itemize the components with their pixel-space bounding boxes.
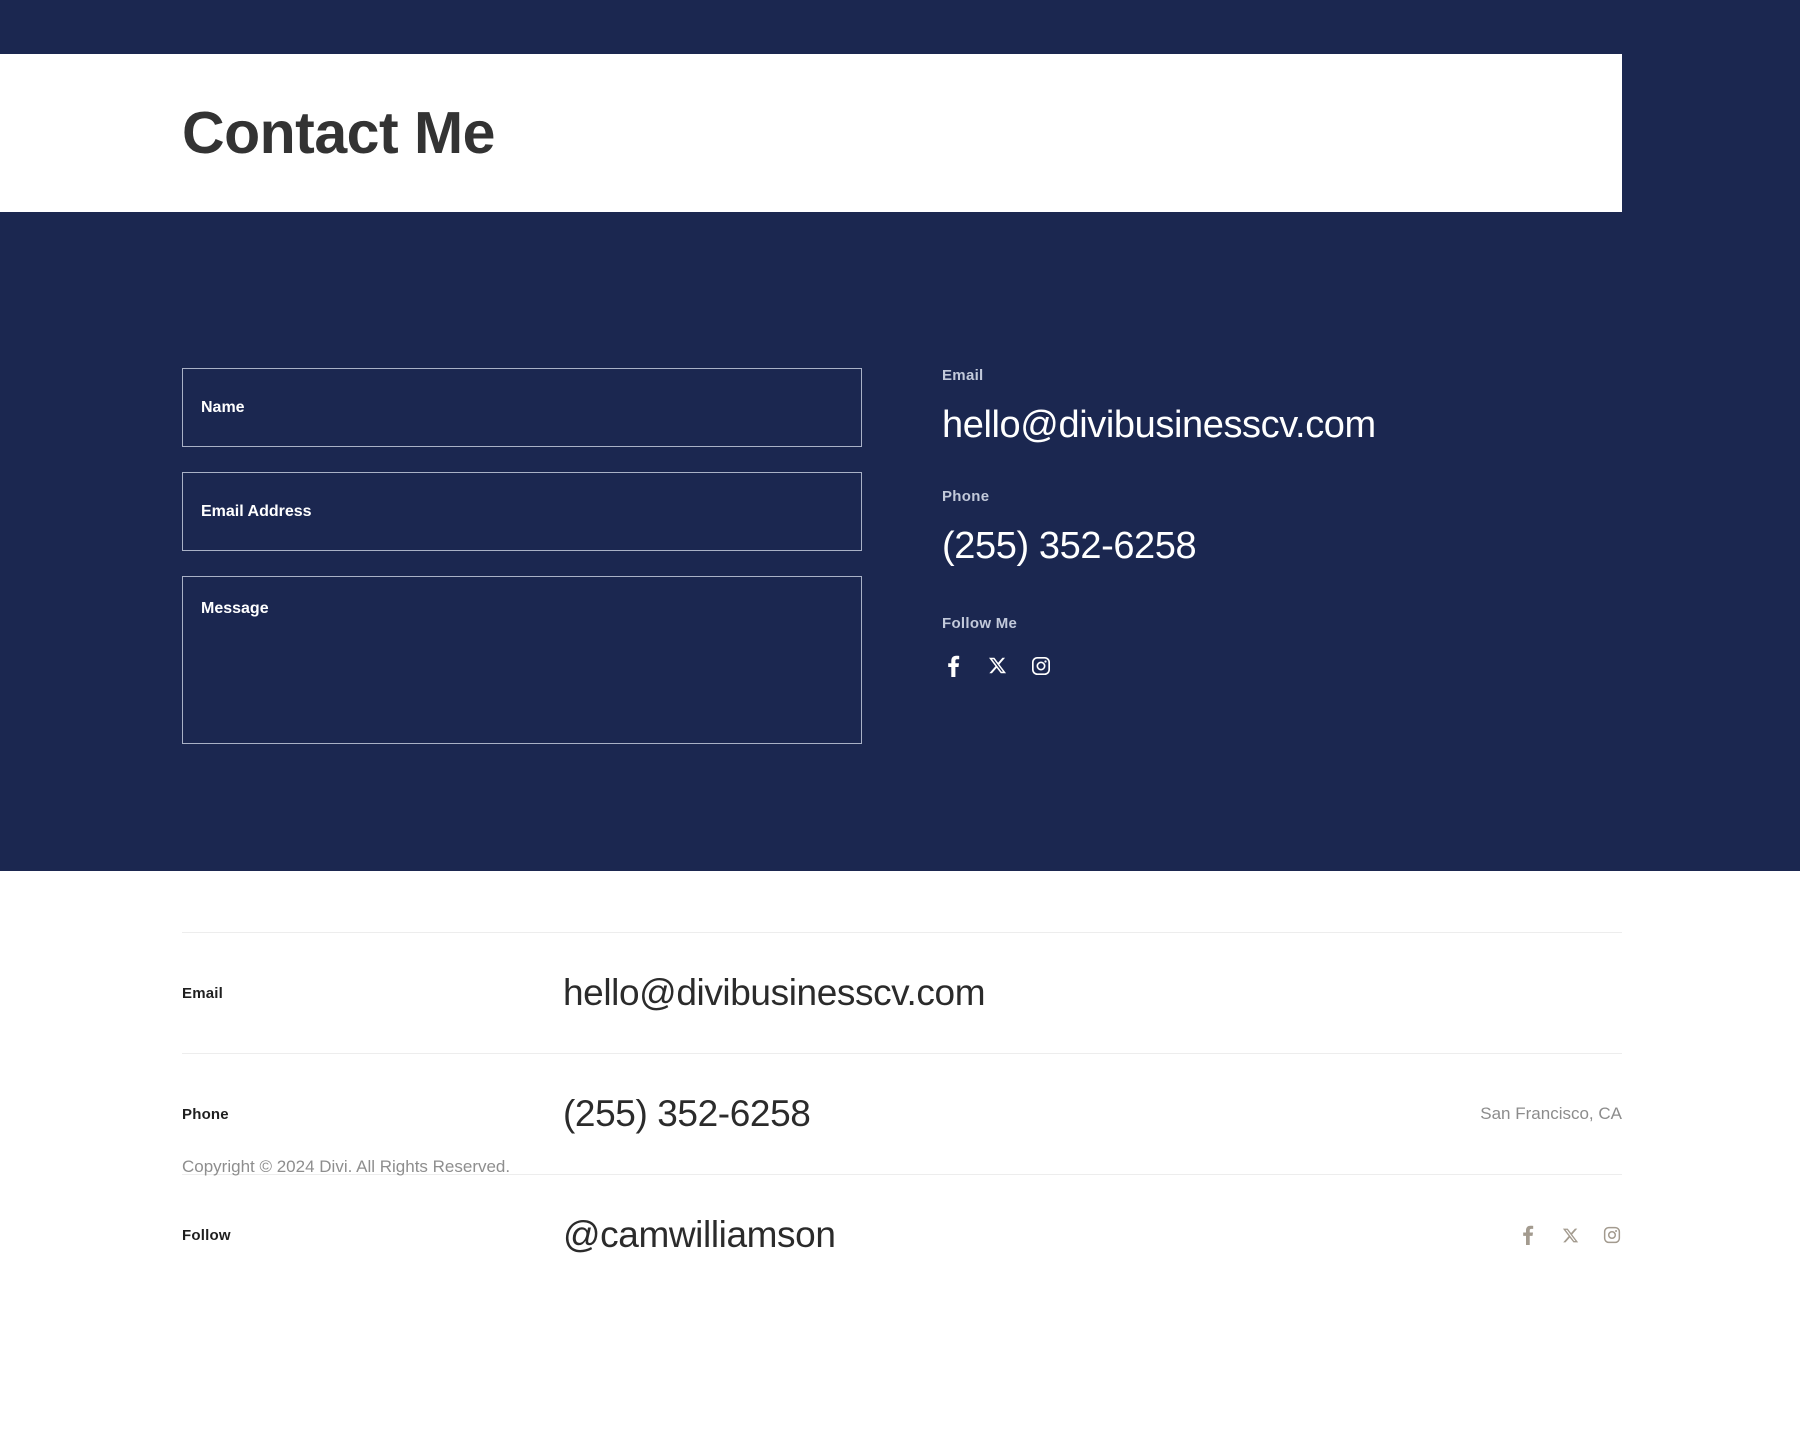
- name-field-wrapper[interactable]: [182, 368, 862, 447]
- footer-email-value[interactable]: hello@divibusinesscv.com: [563, 972, 986, 1014]
- footer-follow-label: Follow: [182, 1226, 231, 1244]
- contact-page: Contact Me Email hello@divibusi: [0, 0, 1800, 1446]
- facebook-icon[interactable]: [942, 655, 964, 677]
- contact-phone-value[interactable]: (255) 352-6258: [942, 525, 1376, 568]
- contact-details: Email hello@divibusinesscv.com Phone (25…: [942, 368, 1376, 744]
- footer-email-label: Email: [182, 984, 224, 1002]
- email-field-wrapper[interactable]: [182, 472, 862, 551]
- email-input[interactable]: [183, 473, 861, 550]
- contact-email-label: Email: [942, 367, 984, 384]
- footer-location: San Francisco, CA: [1480, 1104, 1622, 1123]
- copyright-text: Copyright © 2024 Divi. All Rights Reserv…: [182, 1157, 511, 1176]
- contact-follow-label: Follow Me: [942, 614, 1018, 632]
- contact-email-value[interactable]: hello@divibusinesscv.com: [942, 404, 1376, 447]
- footer-rows: Email hello@divibusinesscv.com Phone (25…: [182, 932, 1622, 1295]
- page-title-banner: Contact Me: [0, 54, 1622, 212]
- footer-row-email: Email hello@divibusinesscv.com: [182, 932, 1622, 1053]
- footer-phone-label: Phone: [182, 1105, 229, 1123]
- contact-phone-label: Phone: [942, 487, 990, 505]
- footer-handle-value[interactable]: @camwilliamson: [563, 1214, 836, 1256]
- x-twitter-icon[interactable]: [1560, 1225, 1580, 1245]
- footer-social-links: [1518, 1225, 1622, 1245]
- message-textarea[interactable]: [183, 577, 861, 743]
- name-input[interactable]: [183, 369, 861, 446]
- contact-form: [182, 368, 862, 744]
- footer-section: Email hello@divibusinesscv.com Phone (25…: [0, 871, 1800, 1446]
- hero-content: Email hello@divibusinesscv.com Phone (25…: [182, 368, 1622, 744]
- footer-phone-value[interactable]: (255) 352-6258: [563, 1093, 811, 1135]
- facebook-icon[interactable]: [1518, 1225, 1538, 1245]
- footer-row-follow: Follow @camwilliamson: [182, 1174, 1622, 1295]
- x-twitter-icon[interactable]: [986, 655, 1008, 677]
- instagram-icon[interactable]: [1030, 655, 1052, 677]
- hero-section: Contact Me Email hello@divibusi: [0, 0, 1800, 871]
- page-title: Contact Me: [182, 99, 495, 166]
- hero-social-links: [942, 655, 1376, 677]
- contact-email-block: Email hello@divibusinesscv.com: [942, 368, 1376, 447]
- message-field-wrapper[interactable]: [182, 576, 862, 744]
- footer-row-phone: Phone (255) 352-6258 San Francisco, CA: [182, 1053, 1622, 1174]
- contact-follow-block: Follow Me: [942, 616, 1376, 677]
- contact-phone-block: Phone (255) 352-6258: [942, 489, 1376, 568]
- instagram-icon[interactable]: [1602, 1225, 1622, 1245]
